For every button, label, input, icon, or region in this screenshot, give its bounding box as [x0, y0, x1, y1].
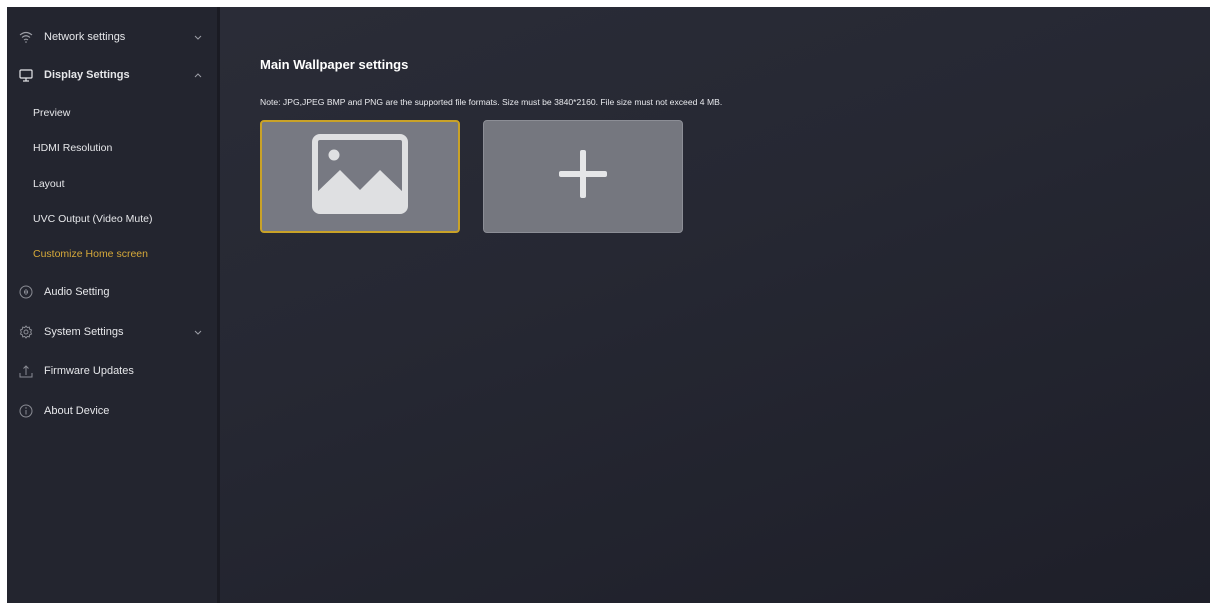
sidebar-item-audio-setting[interactable]: Audio Setting [7, 277, 217, 307]
sidebar-item-display-settings[interactable]: Display Settings [7, 60, 217, 90]
sidebar-item-label: Display Settings [44, 69, 130, 81]
sidebar-item-system-settings[interactable]: System Settings [7, 317, 217, 347]
sidebar-item-network-settings[interactable]: Network settings [7, 22, 217, 52]
sidebar-subitem-hdmi-resolution[interactable]: HDMI Resolution [7, 134, 217, 162]
sidebar-subitem-label: Customize Home screen [33, 248, 148, 260]
info-icon [19, 404, 33, 418]
page-title: Main Wallpaper settings [260, 57, 409, 72]
sidebar-subitem-label: Preview [33, 107, 71, 119]
sidebar: Network settings Display Settings Previe… [7, 7, 217, 603]
sidebar-subitem-uvc-output[interactable]: UVC Output (Video Mute) [7, 205, 217, 233]
sidebar-item-label: About Device [44, 405, 110, 417]
sidebar-item-label: Firmware Updates [44, 365, 134, 377]
sidebar-item-about-device[interactable]: About Device [7, 396, 217, 426]
chevron-down-icon [193, 327, 203, 337]
image-icon [312, 134, 408, 219]
sidebar-item-firmware-updates[interactable]: Firmware Updates [7, 356, 217, 386]
app-window: Network settings Display Settings Previe… [7, 7, 1210, 603]
add-wallpaper-button[interactable] [483, 120, 683, 233]
wallpaper-thumbnail[interactable] [260, 120, 460, 233]
sidebar-subitem-customize-home-screen[interactable]: Customize Home screen [7, 240, 217, 268]
plus-icon [557, 148, 609, 205]
sidebar-divider [217, 7, 220, 603]
audio-icon [19, 285, 33, 299]
chevron-up-icon [193, 70, 203, 80]
file-format-note: Note: JPG,JPEG BMP and PNG are the suppo… [260, 97, 723, 107]
sidebar-subitem-label: UVC Output (Video Mute) [33, 213, 153, 225]
sidebar-subitem-label: Layout [33, 178, 65, 190]
wifi-icon [19, 30, 33, 44]
monitor-icon [19, 68, 33, 82]
sidebar-subitem-layout[interactable]: Layout [7, 170, 217, 198]
chevron-down-icon [193, 32, 203, 42]
sidebar-item-label: System Settings [44, 326, 124, 338]
sidebar-subitem-label: HDMI Resolution [33, 142, 113, 154]
sidebar-item-label: Audio Setting [44, 286, 110, 298]
sidebar-item-label: Network settings [44, 31, 126, 43]
gear-icon [19, 325, 33, 339]
sidebar-subitem-preview[interactable]: Preview [7, 99, 217, 127]
upload-icon [19, 364, 33, 378]
